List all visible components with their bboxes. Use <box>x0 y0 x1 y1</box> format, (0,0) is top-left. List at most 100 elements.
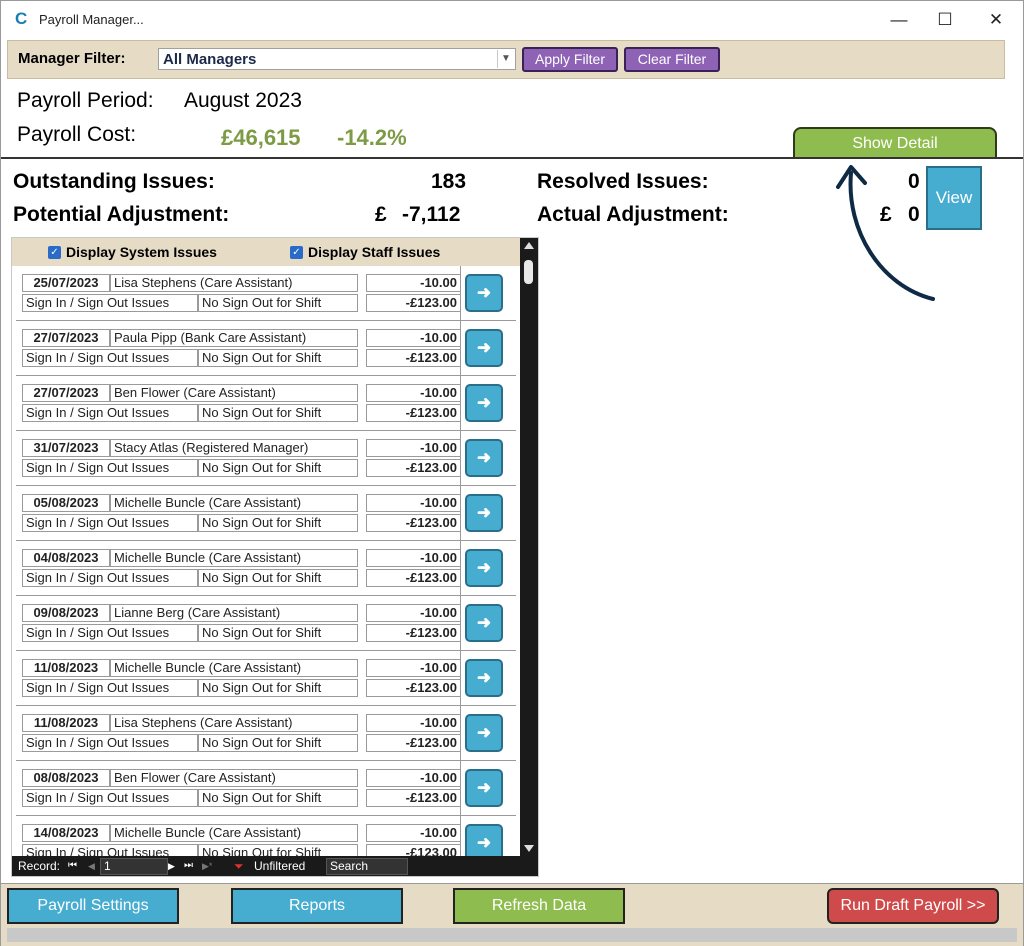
potential-adjustment-currency: £ <box>375 203 387 226</box>
record-number-value: 1 <box>104 859 111 873</box>
payroll-cost-label: Payroll Cost: <box>17 123 137 146</box>
issue-hours: -10.00 <box>366 274 461 292</box>
issue-hours: -10.00 <box>366 549 461 567</box>
actual-adjustment-label: Actual Adjustment: <box>537 203 729 226</box>
apply-filter-button[interactable]: Apply Filter <box>522 47 618 72</box>
staff-issues-checkbox[interactable]: ✓ <box>290 246 303 259</box>
issue-description: No Sign Out for Shift <box>198 844 358 856</box>
row-divider <box>460 596 461 650</box>
issue-staff: Ben Flower (Care Assistant) <box>110 769 358 787</box>
issue-hours: -10.00 <box>366 439 461 457</box>
issue-category: Sign In / Sign Out Issues <box>22 459 198 477</box>
issue-hours: -10.00 <box>366 659 461 677</box>
open-issue-button[interactable]: ➜ <box>465 494 503 532</box>
issue-date: 04/08/2023 <box>22 549 110 567</box>
row-divider <box>460 321 461 375</box>
issue-date: 14/08/2023 <box>22 824 110 842</box>
issue-date: 31/07/2023 <box>22 439 110 457</box>
window-title: Payroll Manager... <box>39 12 144 27</box>
list-item: 14/08/2023 Michelle Buncle (Care Assista… <box>16 816 516 856</box>
minimize-icon[interactable]: — <box>876 5 922 35</box>
open-issue-button[interactable]: ➜ <box>465 714 503 752</box>
annotation-arrow-icon <box>836 165 935 301</box>
first-record-icon[interactable]: ⏮ <box>68 860 77 871</box>
issue-amount: -£123.00 <box>366 679 461 697</box>
manager-filter-bar: Manager Filter: All Managers ▼ Apply Fil… <box>7 40 1005 79</box>
list-item: 11/08/2023 Lisa Stephens (Care Assistant… <box>16 706 516 761</box>
previous-record-icon[interactable]: ◀ <box>88 861 95 872</box>
title-bar: C Payroll Manager... — ☐ ✕ <box>1 1 1023 39</box>
issue-category: Sign In / Sign Out Issues <box>22 844 198 856</box>
open-issue-button[interactable]: ➜ <box>465 439 503 477</box>
list-scrollbar[interactable] <box>520 238 538 856</box>
close-icon[interactable]: ✕ <box>973 5 1019 35</box>
payroll-cost-value: £46,615 <box>221 125 301 150</box>
system-issues-checkbox[interactable]: ✓ <box>48 246 61 259</box>
status-strip <box>7 928 1017 942</box>
row-divider <box>460 816 461 856</box>
issues-list: 25/07/2023 Lisa Stephens (Care Assistant… <box>12 266 520 856</box>
issue-date: 05/08/2023 <box>22 494 110 512</box>
manager-filter-select[interactable]: All Managers ▼ <box>158 48 516 70</box>
issue-staff: Michelle Buncle (Care Assistant) <box>110 494 358 512</box>
next-record-icon[interactable]: ▶ <box>168 861 175 872</box>
open-issue-button[interactable]: ➜ <box>465 384 503 422</box>
chevron-down-icon[interactable]: ▼ <box>497 50 514 68</box>
issues-list-header: ✓ Display System Issues ✓ Display Staff … <box>12 238 520 266</box>
manager-filter-label: Manager Filter: <box>18 50 126 67</box>
open-issue-button[interactable]: ➜ <box>465 329 503 367</box>
issue-hours: -10.00 <box>366 824 461 842</box>
issue-description: No Sign Out for Shift <box>198 624 358 642</box>
issue-description: No Sign Out for Shift <box>198 679 358 697</box>
issue-staff: Michelle Buncle (Care Assistant) <box>110 659 358 677</box>
run-draft-payroll-button[interactable]: Run Draft Payroll >> <box>827 888 999 924</box>
record-label: Record: <box>18 859 61 873</box>
scroll-thumb[interactable] <box>524 260 533 284</box>
issue-amount: -£123.00 <box>366 569 461 587</box>
issue-description: No Sign Out for Shift <box>198 569 358 587</box>
issue-amount: -£123.00 <box>366 404 461 422</box>
open-issue-button[interactable]: ➜ <box>465 549 503 587</box>
scroll-up-icon[interactable] <box>524 242 534 249</box>
list-item: 11/08/2023 Michelle Buncle (Care Assista… <box>16 651 516 706</box>
issue-description: No Sign Out for Shift <box>198 789 358 807</box>
open-issue-button[interactable]: ➜ <box>465 274 503 312</box>
scroll-down-icon[interactable] <box>524 845 534 852</box>
filter-status[interactable]: Unfiltered <box>254 859 305 873</box>
new-record-icon[interactable]: ▶* <box>202 861 212 872</box>
open-issue-button[interactable]: ➜ <box>465 659 503 697</box>
refresh-data-button[interactable]: Refresh Data <box>453 888 625 924</box>
open-issue-button[interactable]: ➜ <box>465 769 503 807</box>
issue-staff: Stacy Atlas (Registered Manager) <box>110 439 358 457</box>
search-label: Search <box>330 859 369 873</box>
reports-button[interactable]: Reports <box>231 888 403 924</box>
payroll-manager-window: C Payroll Manager... — ☐ ✕ Manager Filte… <box>0 0 1024 946</box>
system-issues-label: Display System Issues <box>66 244 217 260</box>
row-divider <box>460 541 461 595</box>
maximize-icon[interactable]: ☐ <box>922 5 968 35</box>
open-issue-button[interactable]: ➜ <box>465 604 503 642</box>
open-issue-button[interactable]: ➜ <box>465 824 503 856</box>
issue-date: 25/07/2023 <box>22 274 110 292</box>
clear-filter-button[interactable]: Clear Filter <box>624 47 720 72</box>
last-record-icon[interactable]: ⏭ <box>184 860 193 871</box>
list-item: 25/07/2023 Lisa Stephens (Care Assistant… <box>16 266 516 321</box>
row-divider <box>460 651 461 705</box>
row-divider <box>460 761 461 815</box>
list-item: 09/08/2023 Lianne Berg (Care Assistant) … <box>16 596 516 651</box>
issue-date: 09/08/2023 <box>22 604 110 622</box>
issue-description: No Sign Out for Shift <box>198 349 358 367</box>
list-item: 27/07/2023 Paula Pipp (Bank Care Assista… <box>16 321 516 376</box>
issue-description: No Sign Out for Shift <box>198 294 358 312</box>
filter-funnel-icon: ⏷ <box>234 859 244 873</box>
payroll-settings-button[interactable]: Payroll Settings <box>7 888 179 924</box>
list-item: 04/08/2023 Michelle Buncle (Care Assista… <box>16 541 516 596</box>
issue-date: 08/08/2023 <box>22 769 110 787</box>
outstanding-issues-label: Outstanding Issues: <box>13 170 215 193</box>
row-divider <box>460 486 461 540</box>
issues-list-panel: ✓ Display System Issues ✓ Display Staff … <box>11 237 539 877</box>
issue-hours: -10.00 <box>366 714 461 732</box>
issue-category: Sign In / Sign Out Issues <box>22 789 198 807</box>
issue-date: 11/08/2023 <box>22 659 110 677</box>
issue-category: Sign In / Sign Out Issues <box>22 514 198 532</box>
